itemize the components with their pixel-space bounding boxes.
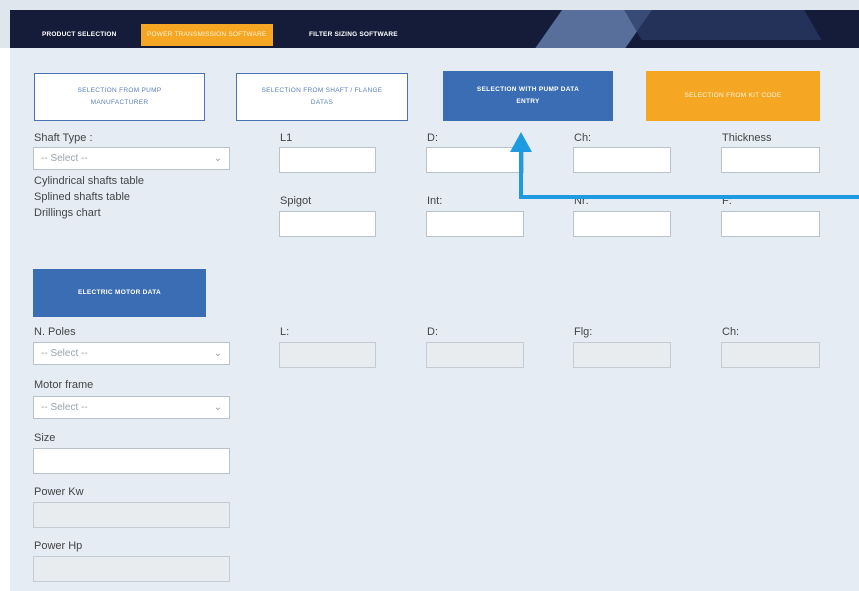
button-label-line1: SELECTION WITH PUMP DATA: [476, 86, 580, 93]
selection-from-kit-code-button[interactable]: SELECTION FROM KIT CODE: [646, 71, 820, 121]
int-input[interactable]: [426, 211, 524, 237]
power-kw-label: Power Kw: [34, 486, 84, 498]
spigot-label: Spigot: [280, 195, 312, 207]
button-label: ELECTRIC MOTOR DATA: [78, 289, 161, 296]
button-label-line1: SELECTION FROM PUMP: [77, 87, 162, 94]
d-label: D:: [427, 132, 438, 144]
nr-label: Nr:: [574, 195, 589, 207]
power-hp-input: [33, 556, 230, 582]
select-value: -- Select --: [41, 153, 88, 164]
nav-power-transmission-software[interactable]: POWER TRANSMISSION SOFTWARE: [141, 24, 273, 46]
selection-from-pump-manufacturer-button[interactable]: SELECTION FROM PUMP MANUFACTURER: [34, 73, 205, 121]
button-label-line2: DATAS: [310, 99, 334, 106]
motor-flg-label: Flg:: [574, 326, 593, 338]
spigot-input[interactable]: [279, 211, 376, 237]
select-value: -- Select --: [41, 348, 88, 359]
motor-l-input: [279, 342, 376, 368]
motor-ch-input: [721, 342, 820, 368]
l1-label: L1: [280, 132, 293, 144]
cylindrical-shafts-table-link[interactable]: Cylindrical shafts table: [34, 175, 144, 187]
motor-l-label: L:: [280, 326, 290, 338]
chevron-down-icon: ⌄: [213, 153, 222, 164]
select-value: -- Select --: [41, 402, 88, 413]
ch-input[interactable]: [573, 147, 671, 173]
motor-ch-label: Ch:: [722, 326, 740, 338]
motor-flg-input: [573, 342, 671, 368]
int-label: Int:: [427, 195, 443, 207]
power-hp-label: Power Hp: [34, 540, 83, 552]
thickness-label: Thickness: [722, 132, 772, 144]
chevron-down-icon: ⌄: [213, 402, 222, 413]
l1-input[interactable]: [279, 147, 376, 173]
electric-motor-data-button[interactable]: ELECTRIC MOTOR DATA: [33, 269, 206, 317]
d-input[interactable]: [426, 147, 524, 173]
ch-label: Ch:: [574, 132, 592, 144]
size-input[interactable]: [33, 448, 230, 474]
shaft-type-label: Shaft Type :: [34, 132, 93, 144]
selection-with-pump-data-entry-button[interactable]: SELECTION WITH PUMP DATA ENTRY: [443, 71, 613, 121]
thickness-input[interactable]: [721, 147, 820, 173]
selection-from-shaft-flange-button[interactable]: SELECTION FROM SHAFT / FLANGE DATAS: [236, 73, 408, 121]
nav-product-selection[interactable]: PRODUCT SELECTION: [36, 24, 123, 46]
button-label: SELECTION FROM KIT CODE: [684, 92, 782, 99]
n-poles-select[interactable]: -- Select -- ⌄: [33, 342, 230, 365]
motor-frame-select[interactable]: -- Select -- ⌄: [33, 396, 230, 419]
drillings-chart-link[interactable]: Drillings chart: [34, 207, 101, 219]
button-label-line2: MANUFACTURER: [90, 99, 149, 106]
chevron-down-icon: ⌄: [213, 348, 222, 359]
f-label: F:: [722, 195, 732, 207]
header-decoration-2: [618, 10, 822, 40]
size-label: Size: [34, 432, 56, 444]
button-label-line2: ENTRY: [516, 98, 540, 105]
motor-d-input: [426, 342, 524, 368]
button-label-line1: SELECTION FROM SHAFT / FLANGE: [261, 87, 383, 94]
main-nav: PRODUCT SELECTION POWER TRANSMISSION SOF…: [10, 10, 859, 48]
splined-shafts-table-link[interactable]: Splined shafts table: [34, 191, 130, 203]
motor-frame-label: Motor frame: [34, 379, 94, 391]
motor-d-label: D:: [427, 326, 438, 338]
n-poles-label: N. Poles: [34, 326, 76, 338]
f-input[interactable]: [721, 211, 820, 237]
nr-input[interactable]: [573, 211, 671, 237]
shaft-type-select[interactable]: -- Select -- ⌄: [33, 147, 230, 170]
power-kw-input: [33, 502, 230, 528]
nav-filter-sizing-software[interactable]: FILTER SIZING SOFTWARE: [303, 24, 404, 46]
